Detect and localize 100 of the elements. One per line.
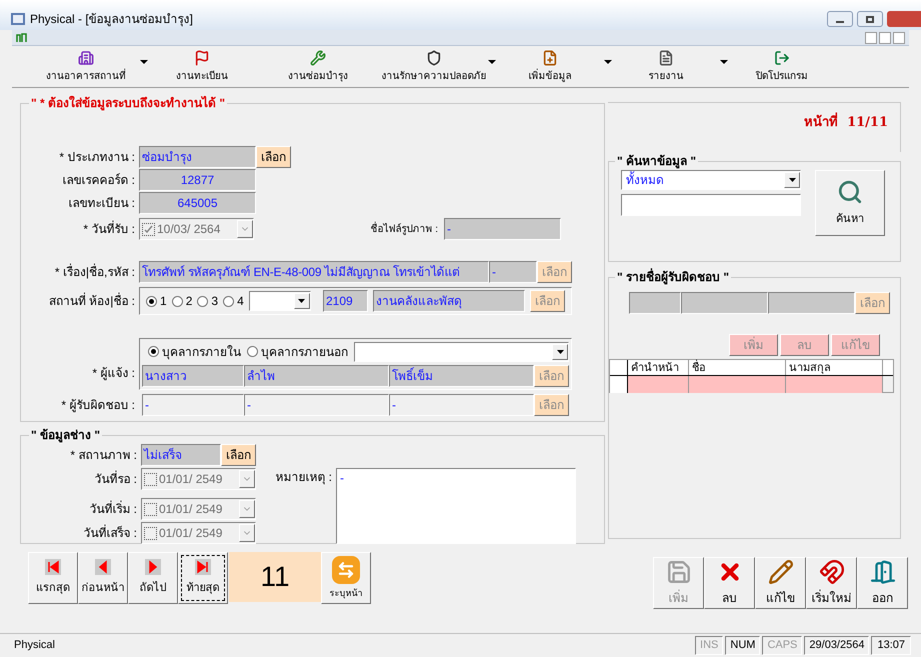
text-field[interactable]: งานคลังและพัสดุ — [373, 290, 525, 312]
select-button[interactable]: เลือก — [256, 146, 291, 168]
action-button[interactable]: แก้ไข — [755, 557, 806, 609]
dropdown-button[interactable] — [784, 172, 800, 188]
table-cell — [628, 376, 689, 393]
field-label: * ผู้รับผิดชอบ : — [60, 397, 136, 414]
toolbar-button[interactable]: งานอาคารสถานที่ — [32, 50, 140, 84]
dropdown-caret-icon[interactable] — [488, 60, 496, 64]
text-field[interactable]: 645005 — [139, 192, 256, 214]
radio-button[interactable] — [223, 296, 234, 306]
field-label: เลขทะเบียน : — [67, 195, 136, 212]
toolbar-button[interactable]: งานซ่อมบำรุง — [264, 50, 372, 84]
text-field[interactable]: - — [389, 394, 534, 416]
text-field[interactable]: ซ่อมบำรุง — [139, 146, 256, 168]
close-button[interactable] — [893, 32, 905, 44]
go-to-page-button[interactable]: ระบุหน้า — [321, 552, 371, 604]
nav-button[interactable]: ก่อนหน้า — [78, 552, 128, 604]
action-button[interactable]: เริ่มใหม่ — [806, 557, 857, 609]
toolbar-button[interactable]: เพิ่มข้อมูล — [496, 50, 604, 84]
column-header[interactable]: นามสกุล — [786, 360, 883, 375]
toolbar-button[interactable]: ปิดโปรแกรม — [728, 50, 836, 84]
dropdown-button[interactable] — [294, 293, 310, 309]
radio-label: 2 — [186, 293, 192, 310]
date-text: 01/01/ 2549 — [159, 525, 224, 542]
toolbar-button[interactable]: รายงาน — [612, 50, 720, 84]
column-header[interactable]: คำนำหน้า — [628, 360, 689, 375]
text-field[interactable]: - — [244, 394, 389, 416]
select-button[interactable]: เลือก — [221, 444, 256, 466]
window-title: Physical - [ข้อมูลงานซ่อมบำรุง] — [30, 11, 194, 28]
checkbox[interactable] — [144, 472, 157, 486]
text-field[interactable]: - — [489, 261, 537, 283]
status-indicator: NUM — [725, 636, 760, 655]
nav-button[interactable]: ถัดไป — [128, 552, 178, 604]
note-field[interactable]: - — [336, 468, 576, 544]
status-time: 13:07 — [871, 636, 911, 655]
text-field[interactable]: ลำไพ — [244, 365, 389, 387]
text-field[interactable]: โพธิ์เข็ม — [389, 365, 534, 387]
column-header[interactable]: ชื่อ — [689, 360, 786, 375]
date-text: 01/01/ 2549 — [159, 501, 224, 518]
field-label: สถานที่ ห้อง|ชื่อ : — [48, 292, 136, 310]
maximize-button[interactable] — [857, 11, 883, 27]
field-label: * สถานภาพ : — [69, 447, 138, 464]
dropdown-caret-icon[interactable] — [140, 60, 148, 64]
row-header[interactable] — [610, 376, 628, 393]
flag-icon — [194, 50, 210, 66]
page-number: 11 — [229, 552, 321, 602]
nav-button[interactable]: ท้ายสุด — [178, 552, 228, 604]
action-button[interactable]: ออก — [857, 557, 908, 609]
combo-box[interactable] — [354, 342, 569, 362]
radio-button[interactable] — [197, 296, 208, 306]
field-label: ชื่อไฟล์รูปภาพ : — [369, 222, 439, 236]
radio-button[interactable] — [146, 296, 157, 306]
check-icon — [144, 224, 153, 234]
text-field[interactable]: - — [444, 218, 561, 240]
search-button[interactable]: ค้นหา — [815, 170, 885, 236]
date-picker[interactable]: 01/01/ 2549 — [141, 498, 256, 520]
text-field[interactable]: นางสาว — [142, 365, 244, 387]
checkbox[interactable] — [142, 222, 155, 236]
radio-label: บุคลากรภายนอก — [261, 344, 348, 360]
restore-button[interactable] — [879, 32, 891, 44]
action-button[interactable]: ลบ — [704, 557, 755, 609]
text-field[interactable]: ไม่เสร็จ — [141, 444, 221, 466]
dropdown-button[interactable] — [552, 344, 568, 360]
text-field[interactable]: 12877 — [139, 169, 256, 191]
toolbar-button[interactable]: งานทะเบียน — [148, 50, 256, 84]
minimize-button[interactable] — [827, 11, 853, 27]
page-indicator: หน้าที่ 11/11 — [804, 113, 888, 152]
text-field[interactable]: - — [142, 394, 244, 416]
caret-icon — [788, 178, 796, 182]
search-field[interactable] — [621, 194, 801, 216]
caret-icon — [556, 350, 564, 354]
radio-button[interactable] — [148, 346, 159, 357]
combo-box[interactable] — [248, 291, 311, 311]
date-picker[interactable]: 01/01/ 2549 — [141, 522, 256, 544]
search-icon — [837, 178, 863, 205]
dropdown-caret-icon[interactable] — [720, 60, 728, 64]
combo-box[interactable]: ทั้งหมด — [621, 170, 801, 190]
radio-button[interactable] — [247, 346, 258, 357]
field-label: * ประเภทงาน : — [58, 149, 136, 166]
date-picker[interactable]: 10/03/ 2564 — [139, 218, 254, 240]
building-icon — [78, 50, 94, 66]
checkbox[interactable] — [144, 502, 157, 516]
toolbar-button[interactable]: งานรักษาความปลอดภัย — [380, 50, 488, 84]
field-label: * เรื่อง|ชื่อ,รหัส : — [54, 263, 136, 281]
swap-arrows-icon — [332, 556, 360, 584]
text-field[interactable]: โทรศัพท์ รหัสครุภัณฑ์ EN-E-48-009 ไม่มีสัญญาณ โทรเข้าได้แต่ — [139, 261, 489, 283]
checkbox[interactable] — [144, 526, 157, 540]
radio-button[interactable] — [172, 296, 183, 306]
date-text: 01/01/ 2549 — [159, 471, 224, 488]
text-field[interactable] — [629, 292, 681, 314]
dropdown-caret-icon[interactable] — [604, 60, 612, 64]
radio-label: 1 — [160, 293, 167, 310]
text-field[interactable] — [768, 292, 855, 314]
radio-label: บุคลากรภายใน — [162, 344, 241, 360]
caret-icon — [298, 299, 306, 303]
text-field[interactable]: 2109 — [323, 290, 368, 312]
date-picker[interactable]: 01/01/ 2549 — [141, 468, 256, 490]
arrow-icon — [45, 559, 61, 576]
text-field[interactable] — [681, 292, 768, 314]
nav-button[interactable]: แรกสุด — [28, 552, 78, 604]
